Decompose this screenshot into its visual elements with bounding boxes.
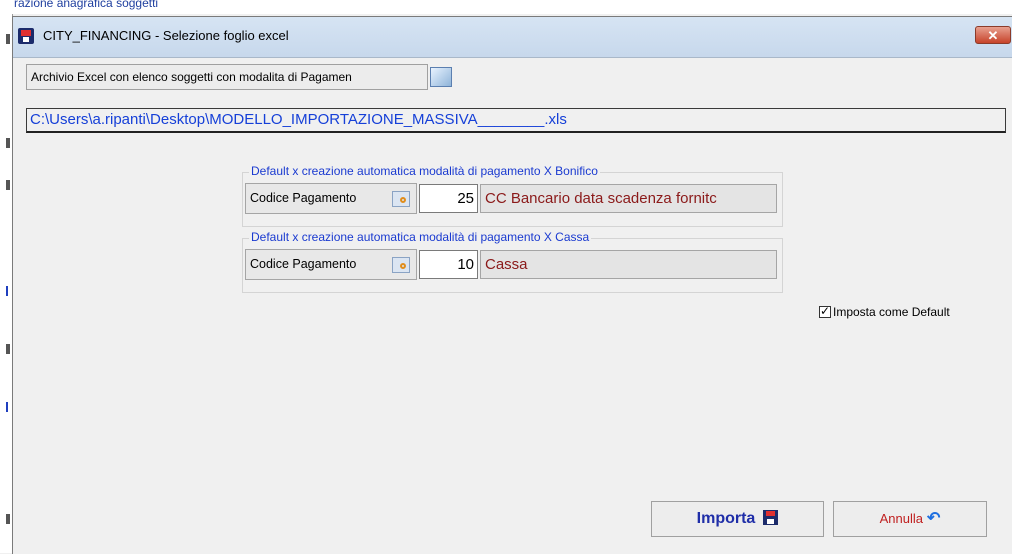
default-checkbox[interactable]: Imposta come Default [819,304,950,319]
window-title: CITY_FINANCING - Selezione foglio excel [43,28,289,43]
bonifico-code-button[interactable]: Codice Pagamento [245,183,417,214]
undo-arrow-icon: ↶ [926,510,941,527]
lookup-icon[interactable] [392,257,410,273]
background-marker [6,34,10,44]
background-marker [6,402,8,412]
background-marker [6,138,10,148]
bonifico-code-label: Codice Pagamento [250,191,357,205]
background-marker [6,514,10,524]
background-marker [6,180,10,190]
archive-excel-button[interactable]: Archivio Excel con elenco soggetti con m… [26,64,428,90]
bonifico-group-legend: Default x creazione automatica modalità … [249,164,600,178]
background-marker [6,286,8,296]
background-window-header: razione anagrafica soggetti [0,0,1012,14]
cancel-label: Annulla [879,511,923,526]
lookup-icon[interactable] [392,191,410,207]
cassa-group-legend: Default x creazione automatica modalità … [249,230,592,244]
file-path-field[interactable]: C:\Users\a.ripanti\Desktop\MODELLO_IMPOR… [26,108,1006,133]
cassa-code-description: Cassa [480,250,777,279]
default-checkbox-label: Imposta come Default [833,305,950,319]
cassa-code-label: Codice Pagamento [250,257,357,271]
cancel-button[interactable]: Annulla ↶ [833,501,987,537]
background-window-title: razione anagrafica soggetti [14,0,159,10]
close-button[interactable]: ✕ [975,26,1011,44]
bonifico-default-group: Default x creazione automatica modalità … [242,164,783,227]
checkbox-checked-icon[interactable] [819,304,831,318]
cassa-code-input[interactable]: 10 [419,250,478,279]
bonifico-code-description: CC Bancario data scadenza fornitc [480,184,777,213]
selezione-foglio-dialog: CITY_FINANCING - Selezione foglio excel … [12,16,1012,554]
save-disk-icon [763,510,779,525]
cassa-code-button[interactable]: Codice Pagamento [245,249,417,280]
cassa-default-group: Default x creazione automatica modalità … [242,230,783,293]
import-button[interactable]: Importa [651,501,824,537]
browse-file-icon[interactable] [430,67,452,87]
bonifico-code-input[interactable]: 25 [419,184,478,213]
import-label: Importa [696,510,756,527]
title-bar: CITY_FINANCING - Selezione foglio excel … [13,17,1012,58]
background-marker [6,344,10,354]
app-floppy-icon [18,28,34,44]
